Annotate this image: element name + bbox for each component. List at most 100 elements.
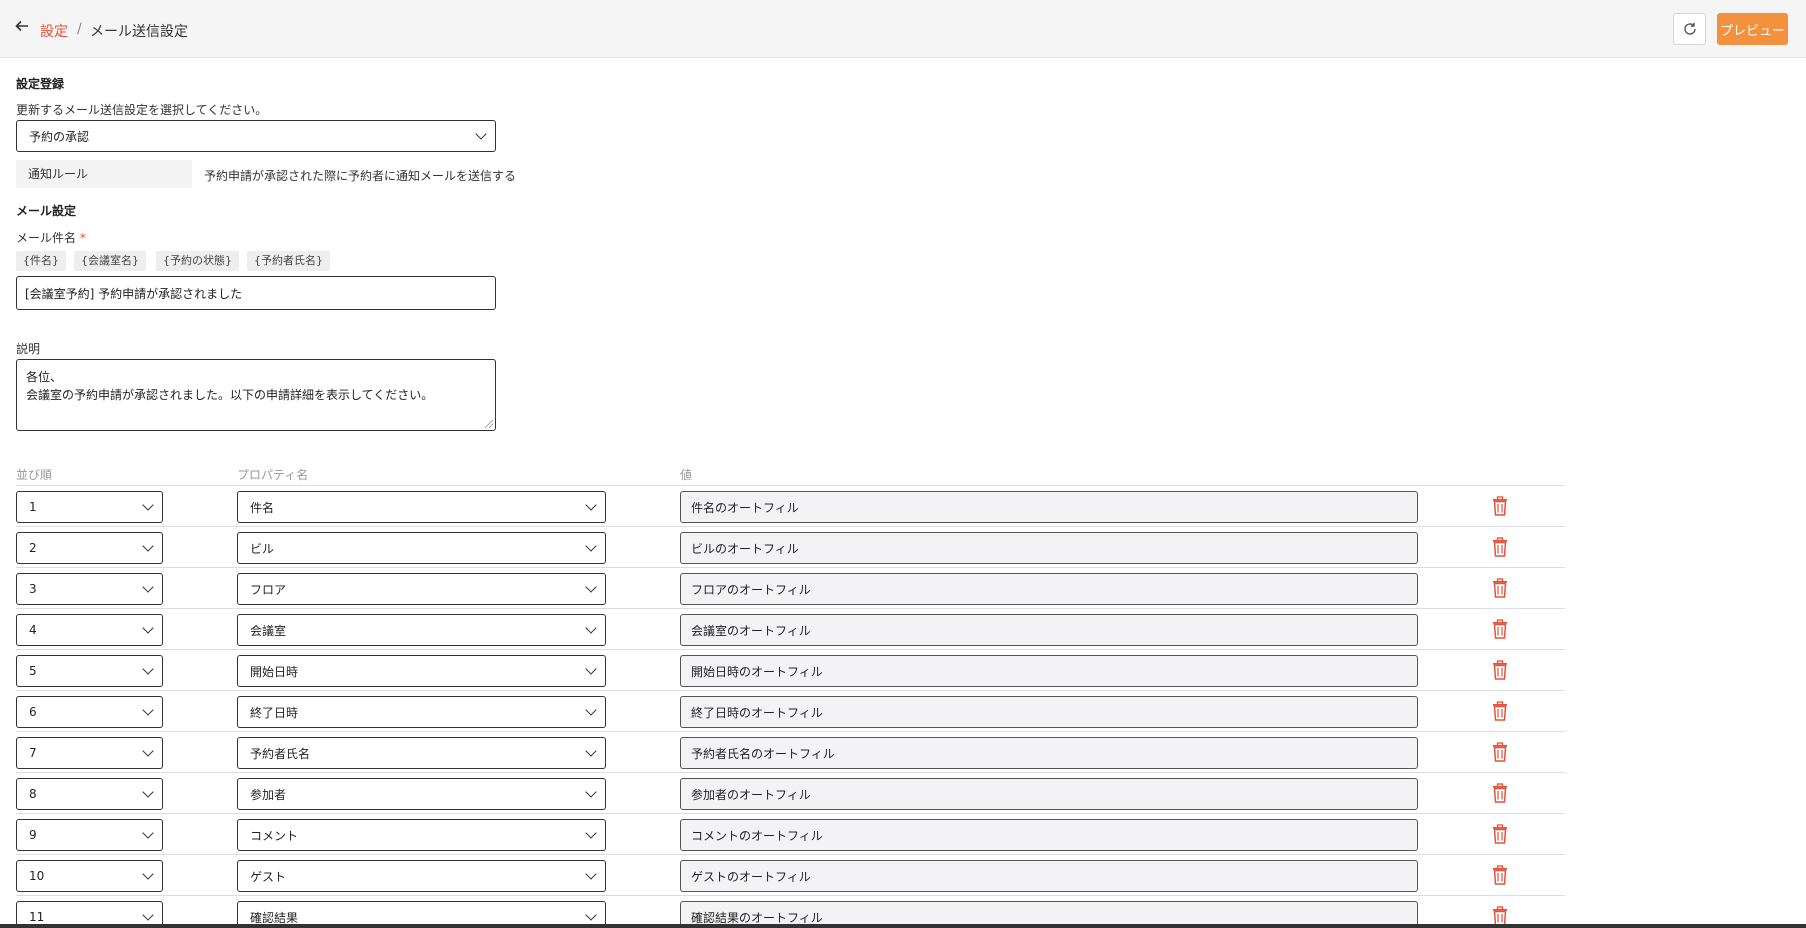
- order-select[interactable]: 6: [16, 696, 163, 728]
- subject-input[interactable]: [会議室予約] 予約申請が承認されました: [16, 276, 496, 310]
- breadcrumb-settings-link[interactable]: 設定: [40, 21, 68, 41]
- value-field[interactable]: 件名のオートフィル: [680, 491, 1418, 523]
- order-select[interactable]: 9: [16, 819, 163, 851]
- subject-label-text: メール件名: [16, 231, 77, 245]
- value-field-text: 件名のオートフィル: [691, 500, 799, 515]
- arrow-left-icon[interactable]: [14, 18, 34, 38]
- table-row: 5 開始日時 開始日時のオートフィル: [16, 650, 1565, 691]
- value-field[interactable]: 参加者のオートフィル: [680, 778, 1418, 810]
- chevron-down-icon: [585, 581, 597, 593]
- chevron-down-icon: [585, 540, 597, 552]
- setting-select[interactable]: 予約の承認: [16, 120, 496, 152]
- value-field-text: 終了日時のオートフィル: [691, 705, 823, 720]
- trash-icon[interactable]: [1492, 578, 1510, 598]
- placeholder-chip-room-name[interactable]: {会議室名}: [74, 251, 146, 271]
- property-select[interactable]: ゲスト: [237, 860, 606, 892]
- trash-icon[interactable]: [1492, 660, 1510, 680]
- chevron-down-icon: [142, 581, 154, 593]
- order-select[interactable]: 3: [16, 573, 163, 605]
- property-select-value: フロア: [250, 582, 287, 597]
- table-row: 2 ビル ビルのオートフィル: [16, 527, 1565, 568]
- property-select[interactable]: ビル: [237, 532, 606, 564]
- placeholder-chip-reservation-status[interactable]: {予約の状態}: [156, 251, 239, 271]
- description-line: 各位、: [26, 370, 63, 384]
- registration-section-title: 設定登録: [16, 77, 65, 91]
- chevron-down-icon: [585, 622, 597, 634]
- refresh-button[interactable]: [1673, 13, 1706, 45]
- order-select[interactable]: 4: [16, 614, 163, 646]
- order-select[interactable]: 7: [16, 737, 163, 769]
- resize-handle-icon[interactable]: [485, 420, 493, 428]
- notification-rule-label: 通知ルール: [16, 160, 192, 188]
- property-select-value: 件名: [250, 500, 275, 515]
- trash-icon[interactable]: [1492, 865, 1510, 885]
- table-row: 6 終了日時 終了日時のオートフィル: [16, 691, 1565, 732]
- value-field-text: フロアのオートフィル: [691, 582, 811, 597]
- breadcrumb-separator: /: [77, 21, 82, 37]
- value-field[interactable]: コメントのオートフィル: [680, 819, 1418, 851]
- property-select[interactable]: コメント: [237, 819, 606, 851]
- value-field-text: ゲストのオートフィル: [691, 869, 811, 884]
- order-select-value: 2: [29, 541, 37, 555]
- value-field[interactable]: フロアのオートフィル: [680, 573, 1418, 605]
- notification-rule-description: 予約申請が承認された際に予約者に通知メールを送信する: [204, 169, 517, 183]
- description-textarea[interactable]: 各位、 会議室の予約申請が承認されました。以下の申請詳細を表示してください。: [16, 359, 496, 431]
- placeholder-chip-reserver-name[interactable]: {予約者氏名}: [247, 251, 330, 271]
- bottom-edge: [0, 924, 1806, 928]
- order-select-value: 10: [29, 869, 45, 883]
- table-row: 1 件名 件名のオートフィル: [16, 486, 1565, 527]
- property-select-value: 確認結果: [250, 910, 299, 925]
- value-field[interactable]: 予約者氏名のオートフィル: [680, 737, 1418, 769]
- property-select[interactable]: 終了日時: [237, 696, 606, 728]
- column-header-value: 値: [680, 468, 693, 482]
- value-field[interactable]: ビルのオートフィル: [680, 532, 1418, 564]
- required-mark: *: [79, 231, 86, 245]
- chevron-down-icon: [475, 128, 487, 140]
- chevron-down-icon: [142, 909, 154, 921]
- order-select[interactable]: 5: [16, 655, 163, 687]
- trash-icon[interactable]: [1492, 701, 1510, 721]
- value-field[interactable]: 会議室のオートフィル: [680, 614, 1418, 646]
- refresh-icon: [1683, 22, 1696, 35]
- setting-select-hint: 更新するメール送信設定を選択してください。: [16, 103, 268, 117]
- trash-icon[interactable]: [1492, 537, 1510, 557]
- order-select[interactable]: 10: [16, 860, 163, 892]
- property-select[interactable]: フロア: [237, 573, 606, 605]
- order-select[interactable]: 8: [16, 778, 163, 810]
- trash-icon[interactable]: [1492, 906, 1510, 926]
- property-select-value: 会議室: [250, 623, 287, 638]
- order-select[interactable]: 1: [16, 491, 163, 523]
- value-field-text: 会議室のオートフィル: [691, 623, 811, 638]
- trash-icon[interactable]: [1492, 783, 1510, 803]
- property-select-value: ゲスト: [250, 869, 287, 884]
- chevron-down-icon: [585, 704, 597, 716]
- property-select[interactable]: 参加者: [237, 778, 606, 810]
- chevron-down-icon: [142, 499, 154, 511]
- value-field[interactable]: ゲストのオートフィル: [680, 860, 1418, 892]
- property-select[interactable]: 予約者氏名: [237, 737, 606, 769]
- order-select-value: 5: [29, 664, 37, 678]
- property-select-value: コメント: [250, 828, 299, 843]
- trash-icon[interactable]: [1492, 619, 1510, 639]
- chevron-down-icon: [585, 827, 597, 839]
- value-field-text: 開始日時のオートフィル: [691, 664, 823, 679]
- order-select-value: 6: [29, 705, 37, 719]
- chevron-down-icon: [585, 909, 597, 921]
- page-header: 設定 / メール送信設定 プレビュー: [0, 0, 1806, 58]
- placeholder-chip-subject[interactable]: {件名}: [16, 251, 66, 271]
- property-select[interactable]: 会議室: [237, 614, 606, 646]
- trash-icon[interactable]: [1492, 496, 1510, 516]
- property-select[interactable]: 件名: [237, 491, 606, 523]
- preview-button[interactable]: プレビュー: [1717, 13, 1788, 45]
- trash-icon[interactable]: [1492, 824, 1510, 844]
- table-row: 3 フロア フロアのオートフィル: [16, 568, 1565, 609]
- order-select-value: 8: [29, 787, 37, 801]
- table-row: 4 会議室 会議室のオートフィル: [16, 609, 1565, 650]
- property-select[interactable]: 開始日時: [237, 655, 606, 687]
- trash-icon[interactable]: [1492, 742, 1510, 762]
- order-select[interactable]: 2: [16, 532, 163, 564]
- chevron-down-icon: [142, 827, 154, 839]
- value-field-text: コメントのオートフィル: [691, 828, 823, 843]
- value-field[interactable]: 終了日時のオートフィル: [680, 696, 1418, 728]
- value-field[interactable]: 開始日時のオートフィル: [680, 655, 1418, 687]
